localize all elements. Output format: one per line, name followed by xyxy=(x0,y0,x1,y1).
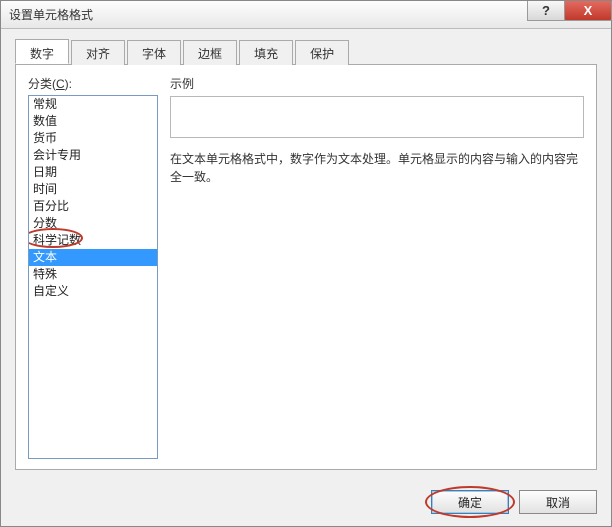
details-column: 示例 在文本单元格格式中，数字作为文本处理。单元格显示的内容与输入的内容完全一致… xyxy=(170,75,584,459)
tab-panel-number: 分类(C): 常规数值货币会计专用日期时间百分比分数科学记数文本特殊自定义 示例… xyxy=(15,65,597,470)
list-item[interactable]: 特殊 xyxy=(29,266,157,283)
cancel-button[interactable]: 取消 xyxy=(519,490,597,514)
help-button[interactable]: ? xyxy=(527,1,565,21)
list-item[interactable]: 科学记数 xyxy=(29,232,157,249)
category-label-pre: 分类( xyxy=(28,77,56,91)
list-item[interactable]: 日期 xyxy=(29,164,157,181)
sample-label: 示例 xyxy=(170,75,584,92)
dialog-button-row: 确定 取消 xyxy=(1,480,611,526)
list-item[interactable]: 百分比 xyxy=(29,198,157,215)
tab-3[interactable]: 边框 xyxy=(183,40,237,65)
ok-button-wrap: 确定 xyxy=(431,490,509,514)
list-item[interactable]: 文本 xyxy=(29,249,157,266)
category-label-post: ): xyxy=(65,77,72,91)
format-description: 在文本单元格格式中，数字作为文本处理。单元格显示的内容与输入的内容完全一致。 xyxy=(170,150,584,186)
category-label: 分类(C): xyxy=(28,75,158,92)
titlebar-controls: ? X xyxy=(527,1,611,21)
dialog-content: 数字对齐字体边框填充保护 分类(C): 常规数值货币会计专用日期时间百分比分数科… xyxy=(1,29,611,480)
titlebar: 设置单元格格式 ? X xyxy=(1,1,611,29)
list-item[interactable]: 时间 xyxy=(29,181,157,198)
tab-1[interactable]: 对齐 xyxy=(71,40,125,65)
list-item[interactable]: 货币 xyxy=(29,130,157,147)
tab-2[interactable]: 字体 xyxy=(127,40,181,65)
format-cells-dialog: 设置单元格格式 ? X 数字对齐字体边框填充保护 分类(C): 常规数值货币会计… xyxy=(0,0,612,527)
tab-0[interactable]: 数字 xyxy=(15,39,69,64)
category-listbox[interactable]: 常规数值货币会计专用日期时间百分比分数科学记数文本特殊自定义 xyxy=(28,95,158,459)
sample-box xyxy=(170,96,584,138)
window-title: 设置单元格格式 xyxy=(9,6,93,23)
tab-strip: 数字对齐字体边框填充保护 xyxy=(15,39,597,65)
list-item[interactable]: 自定义 xyxy=(29,283,157,300)
list-item[interactable]: 会计专用 xyxy=(29,147,157,164)
close-button[interactable]: X xyxy=(564,1,612,21)
ok-button[interactable]: 确定 xyxy=(431,490,509,514)
list-item[interactable]: 数值 xyxy=(29,113,157,130)
category-column: 分类(C): 常规数值货币会计专用日期时间百分比分数科学记数文本特殊自定义 xyxy=(28,75,158,459)
list-item[interactable]: 常规 xyxy=(29,96,157,113)
list-item[interactable]: 分数 xyxy=(29,215,157,232)
number-panel-row: 分类(C): 常规数值货币会计专用日期时间百分比分数科学记数文本特殊自定义 示例… xyxy=(28,75,584,459)
tab-4[interactable]: 填充 xyxy=(239,40,293,65)
category-label-hotkey: C xyxy=(56,77,65,91)
tab-5[interactable]: 保护 xyxy=(295,40,349,65)
